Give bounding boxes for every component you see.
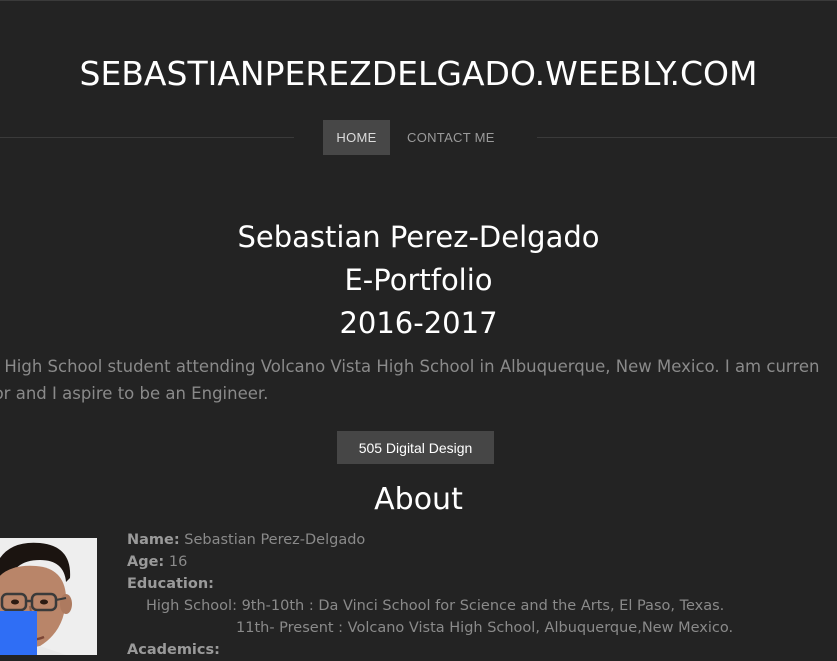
about-name-row: Name: Sebastian Perez-Delgado [127, 529, 733, 551]
about-details: Name: Sebastian Perez-Delgado Age: 16 Ed… [127, 529, 733, 661]
hero-paragraph: a High School student attending Volcano … [0, 353, 837, 407]
hero-heading-line-name: Sebastian Perez-Delgado [237, 220, 600, 254]
hero-heading-line-year: 2016-2017 [339, 306, 498, 340]
hero-paragraph-line-1: a High School student attending Volcano … [0, 357, 820, 376]
nav-item-home[interactable]: HOME [323, 120, 390, 155]
education-label: Education: [127, 576, 214, 592]
name-label: Name: [127, 532, 180, 548]
nav-divider-right [537, 137, 837, 138]
age-label: Age: [127, 554, 165, 570]
hero-heading: Sebastian Perez-Delgado E-Portfolio 2016… [0, 216, 837, 345]
site-title[interactable]: SEBASTIANPEREZDELGADO.WEEBLY.COM [0, 52, 837, 96]
education-current-school-row: 11th- Present : Volcano Vista High Schoo… [236, 620, 734, 636]
hero-heading-line-portfolio: E-Portfolio [344, 263, 493, 297]
main-nav: HOME CONTACT ME [323, 120, 509, 155]
about-education-row: Education: [127, 573, 733, 595]
digital-design-button[interactable]: 505 Digital Design [337, 431, 494, 464]
hero-paragraph-line-2: ior and I aspire to be an Engineer. [0, 384, 269, 403]
about-heading: About [374, 482, 463, 517]
name-value: Sebastian Perez-Delgado [179, 532, 366, 548]
floating-badge[interactable] [0, 611, 37, 655]
about-age-row: Age: 16 [127, 551, 733, 573]
nav-item-contact-me[interactable]: CONTACT ME [390, 120, 509, 155]
nav-divider-left [0, 137, 294, 138]
about-academics-row: Academics: [127, 639, 733, 661]
academics-label: Academics: [127, 642, 220, 658]
education-high-school-row: High School: 9th-10th : Da Vinci School … [146, 598, 725, 614]
top-border [0, 0, 837, 1]
age-value: 16 [164, 554, 188, 570]
